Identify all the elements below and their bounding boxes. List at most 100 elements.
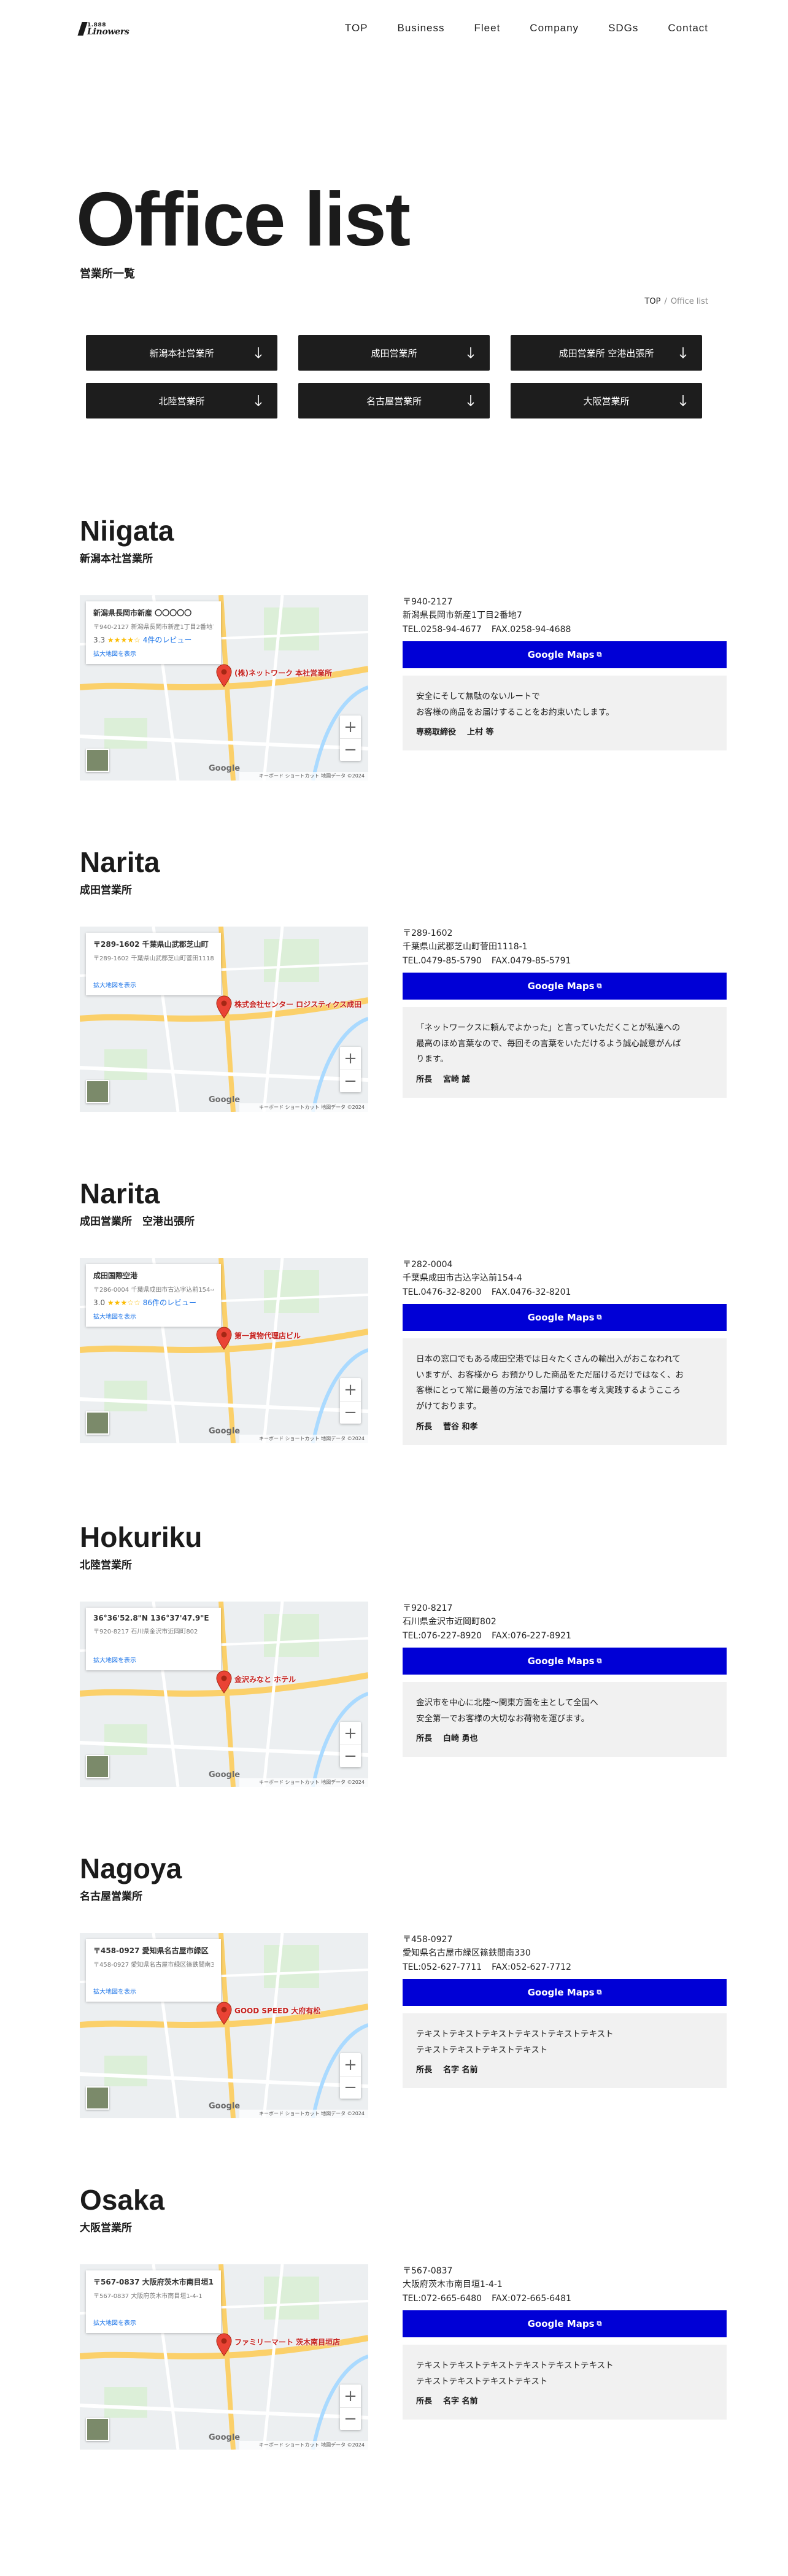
arrow-down-icon	[679, 395, 687, 407]
nav-fleet[interactable]: Fleet	[474, 22, 501, 34]
external-link-icon: ⧉	[597, 1988, 602, 1997]
anchor-button-narita-airport[interactable]: 成田営業所 空港出張所	[511, 335, 702, 371]
view-larger-map-link[interactable]: 拡大地図を表示	[93, 649, 136, 658]
anchor-button-hokuriku[interactable]: 北陸営業所	[86, 383, 277, 418]
google-maps-button[interactable]: Google Maps ⧉	[403, 641, 727, 669]
external-link-icon: ⧉	[597, 1657, 602, 1665]
map-attribution[interactable]: キーボード ショートカット 地図データ ©2024	[239, 1778, 368, 1787]
google-map-embed[interactable]: 〒289-1602 千葉県山武郡芝山町 〒289-1602 千葉県山武郡芝山町菅…	[80, 927, 368, 1112]
review-link[interactable]: 86件のレビュー	[143, 1298, 196, 1307]
google-maps-button[interactable]: Google Maps ⧉	[403, 1648, 727, 1675]
zoom-out-button[interactable]: −	[340, 2407, 361, 2430]
map-pin-icon[interactable]	[216, 2002, 232, 2025]
zoom-in-button[interactable]: +	[340, 2385, 361, 2407]
manager-signature: 専務取締役 上村 等	[416, 725, 713, 737]
map-attribution[interactable]: キーボード ショートカット 地図データ ©2024	[239, 1103, 368, 1112]
office-section: Niigata 新潟本社営業所 新潟県長岡市新産 〇〇〇〇〇 〒940-2127…	[0, 517, 788, 781]
office-sections: Niigata 新潟本社営業所 新潟県長岡市新産 〇〇〇〇〇 〒940-2127…	[0, 517, 788, 2576]
map-pin-icon[interactable]	[216, 1327, 232, 1350]
zoom-in-button[interactable]: +	[340, 1722, 361, 1745]
google-map-embed[interactable]: 成田国際空港 〒286-0004 千葉県成田市古込字込前154-4 3.0 ★★…	[80, 1258, 368, 1443]
phone-number[interactable]: TEL.0479-85-5790	[403, 956, 482, 966]
google-maps-button[interactable]: Google Maps ⧉	[403, 973, 727, 1000]
map-pin-icon[interactable]	[216, 664, 232, 687]
nav-company[interactable]: Company	[530, 22, 579, 34]
phone-number[interactable]: TEL:076-227-8920	[403, 1631, 482, 1641]
manager-signature: 所長 菅谷 和孝	[416, 1420, 713, 1432]
office-subtitle: 成田営業所 空港出張所	[80, 1216, 195, 1228]
place-address: 〒458-0927 愛知県名古屋市緑区篠鉄間南330	[93, 1962, 214, 1969]
view-larger-map-link[interactable]: 拡大地図を表示	[93, 2318, 136, 2327]
google-map-embed[interactable]: 36°36'52.8"N 136°37'47.9"E 〒920-8217 石川県…	[80, 1602, 368, 1787]
map-pin-icon[interactable]	[216, 2333, 232, 2356]
google-map-embed[interactable]: 〒567-0837 大阪府茨木市南目垣1-4-1 〒567-0837 大阪府茨木…	[80, 2264, 368, 2450]
anchor-button-nagoya[interactable]: 名古屋営業所	[298, 383, 490, 418]
zoom-out-button[interactable]: −	[340, 738, 361, 761]
google-maps-button[interactable]: Google Maps ⧉	[403, 1979, 727, 2007]
nav-top[interactable]: TOP	[345, 22, 368, 34]
view-larger-map-link[interactable]: 拡大地図を表示	[93, 980, 136, 989]
zoom-in-button[interactable]: +	[340, 2053, 361, 2076]
map-pin-icon[interactable]	[216, 995, 232, 1019]
map-attribution[interactable]: キーボード ショートカット 地図データ ©2024	[239, 1435, 368, 1443]
map-attribution[interactable]: キーボード ショートカット 地図データ ©2024	[239, 772, 368, 781]
anchor-button-osaka[interactable]: 大阪営業所	[511, 383, 702, 418]
manager-name: 上村 等	[467, 728, 494, 738]
office-subtitle: 北陸営業所	[80, 1559, 132, 1571]
postal-code: 〒458-0927	[403, 1935, 453, 1945]
satellite-toggle[interactable]	[86, 1755, 109, 1778]
google-maps-button-label: Google Maps	[527, 981, 595, 992]
review-link[interactable]: 4件のレビュー	[143, 636, 192, 644]
zoom-in-button[interactable]: +	[340, 1378, 361, 1401]
manager-role: 所長	[416, 1075, 433, 1085]
zoom-out-button[interactable]: −	[340, 2076, 361, 2099]
fax-number: FAX.0479-85-5791	[491, 955, 571, 966]
google-logo: Google	[209, 1427, 241, 1436]
postal-code: 〒289-1602	[403, 928, 453, 938]
map-attribution[interactable]: キーボード ショートカット 地図データ ©2024	[239, 2110, 368, 2118]
google-logo: Google	[209, 1095, 241, 1105]
anchor-label: 北陸営業所	[158, 395, 205, 407]
anchor-button-narita[interactable]: 成田営業所	[298, 335, 490, 371]
page-subtitle: 営業所一覧	[80, 268, 135, 280]
map-attribution[interactable]: キーボード ショートカット 地図データ ©2024	[239, 2441, 368, 2450]
zoom-out-button[interactable]: −	[340, 1745, 361, 1767]
phone-number[interactable]: TEL:052-627-7711	[403, 1962, 482, 1972]
zoom-in-button[interactable]: +	[340, 715, 361, 738]
phone-number[interactable]: TEL.0476-32-8200	[403, 1287, 482, 1297]
phone-number[interactable]: TEL.0258-94-4677	[403, 625, 482, 634]
hero: Office list 営業所一覧 TOP / Office list 新潟本社営業…	[0, 59, 788, 418]
company-logo[interactable]: 1.888 Linowers	[77, 21, 129, 37]
zoom-out-button[interactable]: −	[340, 1070, 361, 1092]
google-map-embed[interactable]: 〒458-0927 愛知県名古屋市緑区 〒458-0927 愛知県名古屋市緑区篠…	[80, 1933, 368, 2118]
google-map-embed[interactable]: 新潟県長岡市新産 〇〇〇〇〇 〒940-2127 新潟県長岡市新産1丁目2番地7…	[80, 595, 368, 781]
satellite-toggle[interactable]	[86, 1411, 109, 1435]
anchor-button-niigata[interactable]: 新潟本社営業所	[86, 335, 277, 371]
nav-contact[interactable]: Contact	[668, 22, 708, 34]
zoom-out-button[interactable]: −	[340, 1401, 361, 1424]
breadcrumb: TOP / Office list	[644, 297, 708, 306]
google-maps-button[interactable]: Google Maps ⧉	[403, 1304, 727, 1332]
view-larger-map-link[interactable]: 拡大地図を表示	[93, 1655, 136, 1664]
satellite-toggle[interactable]	[86, 1080, 109, 1103]
map-zoom-controls: + −	[340, 1047, 361, 1092]
place-name: 36°36'52.8"N 136°37'47.9"E	[93, 1614, 209, 1622]
place-address: 〒940-2127 新潟県長岡市新産1丁目2番地7	[93, 624, 214, 631]
google-maps-button[interactable]: Google Maps ⧉	[403, 2310, 727, 2338]
fax-number: FAX.0476-32-8201	[491, 1287, 571, 1297]
satellite-toggle[interactable]	[86, 749, 109, 772]
fax-number: FAX:072-665-6481	[492, 2293, 571, 2304]
view-larger-map-link[interactable]: 拡大地図を表示	[93, 1311, 136, 1321]
nav-sdgs[interactable]: SDGs	[608, 22, 638, 34]
office-section: Osaka 大阪営業所 〒567-0837 大阪府茨木市南目垣1-4-1 〒56…	[0, 2186, 788, 2450]
phone-number[interactable]: TEL:072-665-6480	[403, 2294, 482, 2304]
view-larger-map-link[interactable]: 拡大地図を表示	[93, 1986, 136, 1996]
map-pin-icon[interactable]	[216, 1670, 232, 1694]
satellite-toggle[interactable]	[86, 2086, 109, 2110]
map-place-card: 〒567-0837 大阪府茨木市南目垣1-4-1 〒567-0837 大阪府茨木…	[86, 2270, 221, 2333]
office-title: Nagoya	[80, 1853, 182, 1884]
satellite-toggle[interactable]	[86, 2418, 109, 2441]
nav-business[interactable]: Business	[398, 22, 445, 34]
breadcrumb-home[interactable]: TOP	[644, 297, 660, 306]
zoom-in-button[interactable]: +	[340, 1047, 361, 1070]
